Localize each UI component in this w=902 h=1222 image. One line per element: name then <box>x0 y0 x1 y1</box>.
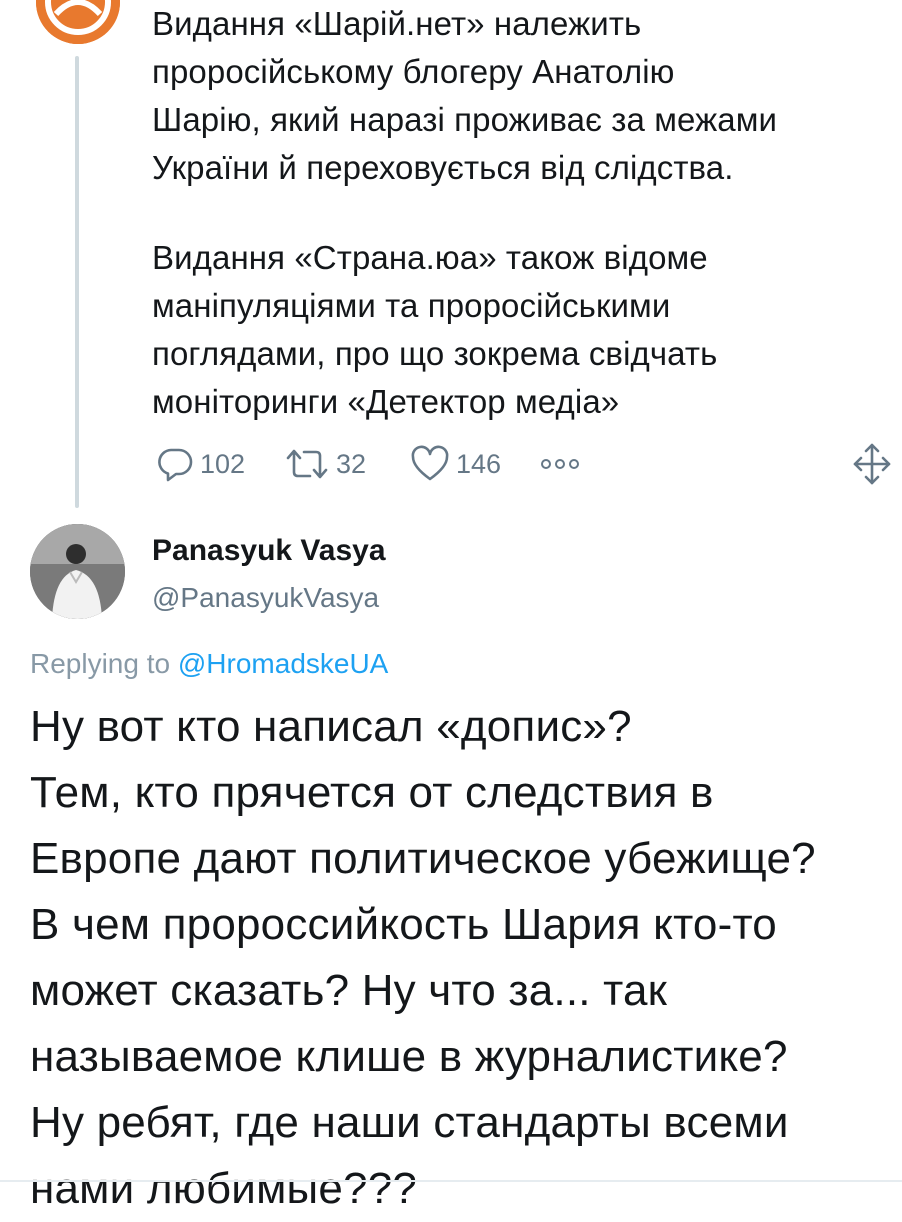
reply-tweet-text: Ну вот кто написал «допис»? Тем, кто пря… <box>30 702 816 1213</box>
heart-icon <box>410 445 450 483</box>
parent-avatar[interactable] <box>36 0 120 44</box>
tweet-actions: 102 32 146 <box>152 440 892 488</box>
like-count: 146 <box>456 448 502 479</box>
author-avatar[interactable] <box>30 524 125 619</box>
retweet-count: 32 <box>336 448 367 479</box>
retweet-button[interactable]: 32 <box>284 440 366 488</box>
author-handle[interactable]: @PanasyukVasya <box>152 582 379 614</box>
like-button[interactable]: 146 <box>410 440 501 488</box>
replying-to-mention[interactable]: @HromadskeUA <box>178 648 388 679</box>
replying-to-prefix: Replying to <box>30 648 178 679</box>
more-button[interactable] <box>538 440 582 488</box>
replying-to: Replying to @HromadskeUA <box>30 648 388 680</box>
author-name[interactable]: Panasyuk Vasya <box>152 534 386 568</box>
more-dots-icon <box>538 454 582 474</box>
expand-button[interactable] <box>852 440 892 488</box>
parent-paragraph: Видання «Шарій.нет» належить проросійськ… <box>152 5 778 186</box>
reply-button[interactable]: 102 <box>156 440 245 488</box>
divider <box>0 1180 902 1182</box>
retweet-icon <box>284 445 330 483</box>
parent-paragraph: Видання «Страна.юа» також відоме маніпул… <box>152 239 718 420</box>
parent-tweet-text: Видання «Шарій.нет» належить проросійськ… <box>152 0 892 426</box>
reply-count: 102 <box>200 448 246 479</box>
expand-arrows-icon <box>852 442 892 486</box>
thread-line <box>75 56 79 508</box>
reply-icon <box>156 445 194 483</box>
